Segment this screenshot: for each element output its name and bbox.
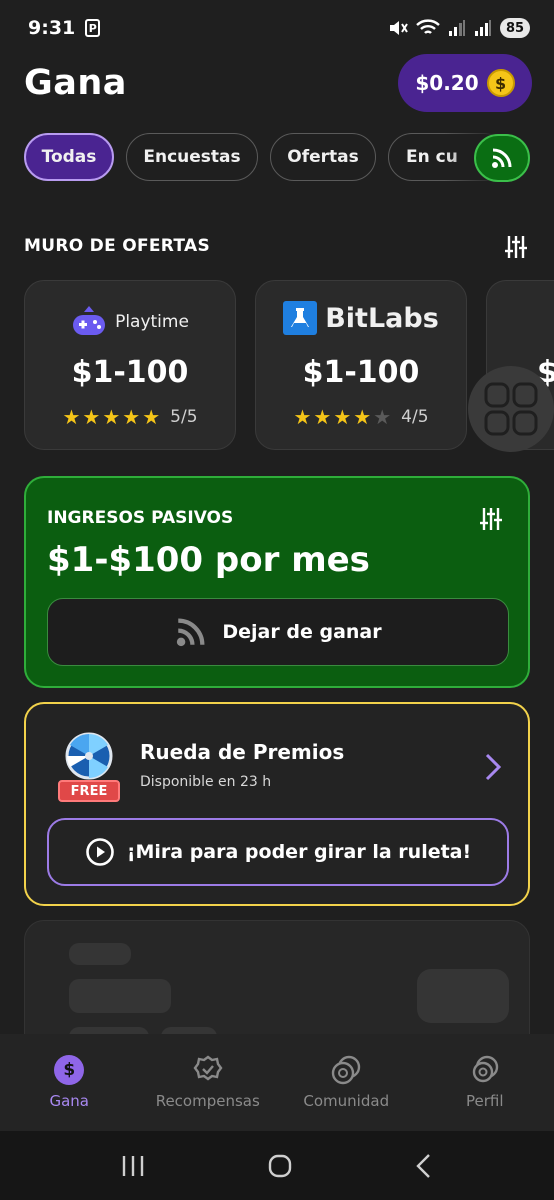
offer-range: $1-100 — [71, 355, 189, 390]
sliders-icon[interactable] — [479, 506, 503, 532]
parking-icon: P — [85, 19, 101, 37]
chevron-right-icon[interactable] — [482, 752, 504, 782]
star-icon: ★ — [142, 405, 161, 429]
view-all-button[interactable] — [468, 366, 554, 452]
star-icon: ★ — [62, 405, 81, 429]
star-icon: ★ — [333, 405, 352, 429]
nav-comunidad[interactable]: Comunidad — [277, 1034, 416, 1131]
nav-label: Gana — [49, 1092, 89, 1110]
rss-icon — [177, 618, 205, 647]
grid-icon — [484, 382, 538, 436]
rss-icon — [492, 148, 512, 168]
stop-earning-button[interactable]: Dejar de ganar — [47, 598, 509, 666]
star-icon: ★ — [82, 405, 101, 429]
star-icon: ★ — [122, 405, 141, 429]
coins-icon — [332, 1055, 361, 1085]
badge-icon — [193, 1055, 223, 1081]
gamepad-icon — [73, 306, 106, 335]
signal-icon-2 — [475, 20, 491, 36]
passive-income-amount: $1-$100 por mes — [47, 540, 370, 580]
passive-income-label: INGRESOS PASIVOS — [47, 508, 234, 528]
passive-income-card: INGRESOS PASIVOS $1-$100 por mes Dejar d… — [24, 476, 530, 688]
offer-rating: ★ ★ ★ ★ ★ 5/5 — [25, 407, 235, 427]
wifi-icon — [416, 19, 440, 34]
offer-card-playtime[interactable]: Playtime $1-100 ★ ★ ★ ★ ★ 5/5 — [24, 280, 236, 450]
home-icon[interactable] — [267, 1153, 293, 1179]
balance-button[interactable]: $0.20 $ — [398, 54, 532, 112]
chip-ofertas[interactable]: Ofertas — [270, 133, 376, 181]
offer-range: $1-100 — [302, 355, 420, 390]
coin-icon: $ — [486, 69, 515, 97]
status-bar: 9:31 P 85 — [0, 0, 554, 56]
bottom-nav: $ Gana Recompensas Comunidad Perfil — [0, 1034, 554, 1131]
offer-rating: ★ ★ ★ ★ ★ 4/5 — [256, 407, 466, 427]
star-empty-icon: ★ — [373, 405, 392, 429]
prize-wheel-subtitle: Disponible en 23 h — [140, 774, 272, 790]
stop-earning-label: Dejar de ganar — [222, 621, 382, 643]
page-title: Gana — [24, 63, 127, 103]
prize-wheel-title: Rueda de Premios — [140, 740, 345, 764]
recent-apps-icon[interactable] — [120, 1154, 146, 1178]
battery-icon: 85 — [500, 18, 530, 38]
nav-gana[interactable]: $ Gana — [0, 1034, 139, 1131]
play-icon — [86, 838, 114, 866]
skeleton-line — [69, 979, 171, 1013]
profile-icon — [472, 1055, 498, 1083]
flask-icon — [283, 301, 318, 335]
balance-value: $0.20 — [415, 71, 479, 95]
feed-button[interactable] — [474, 134, 530, 182]
nav-label: Perfil — [465, 1092, 504, 1110]
chip-encuestas[interactable]: Encuestas — [126, 133, 258, 181]
header: Gana $0.20 $ — [24, 54, 532, 112]
prize-wheel-icon: FREE — [56, 732, 122, 804]
chip-todas[interactable]: Todas — [24, 133, 114, 181]
nav-label: Comunidad — [303, 1092, 390, 1110]
mute-icon — [390, 21, 408, 35]
back-icon[interactable] — [414, 1153, 434, 1179]
watch-to-spin-label: ¡Mira para poder girar la ruleta! — [126, 841, 472, 863]
rating-text: 5/5 — [170, 407, 198, 427]
nav-recompensas[interactable]: Recompensas — [139, 1034, 278, 1131]
sliders-icon[interactable] — [504, 234, 528, 260]
watch-to-spin-button[interactable]: ¡Mira para poder girar la ruleta! — [47, 818, 509, 886]
star-icon: ★ — [353, 405, 372, 429]
offer-brand-name: Playtime — [115, 312, 189, 332]
nav-label: Recompensas — [155, 1092, 260, 1110]
skeleton-button — [417, 969, 509, 1023]
star-icon: ★ — [313, 405, 332, 429]
nav-perfil[interactable]: Perfil — [416, 1034, 554, 1131]
star-icon: ★ — [293, 405, 312, 429]
prize-wheel-card[interactable]: FREE Rueda de Premios Disponible en 23 h… — [24, 702, 530, 906]
signal-icon — [449, 20, 465, 36]
offer-wall-title: MURO DE OFERTAS — [24, 236, 211, 256]
system-nav — [0, 1131, 554, 1200]
offer-brand-name: BitLabs — [325, 302, 439, 334]
rating-text: 4/5 — [401, 407, 429, 427]
offer-card-bitlabs[interactable]: BitLabs $1-100 ★ ★ ★ ★ ★ 4/5 — [255, 280, 467, 450]
free-tag: FREE — [58, 780, 120, 802]
star-icon: ★ — [102, 405, 121, 429]
dollar-icon: $ — [54, 1055, 85, 1085]
status-time: 9:31 — [28, 17, 76, 39]
skeleton-line — [69, 943, 131, 965]
